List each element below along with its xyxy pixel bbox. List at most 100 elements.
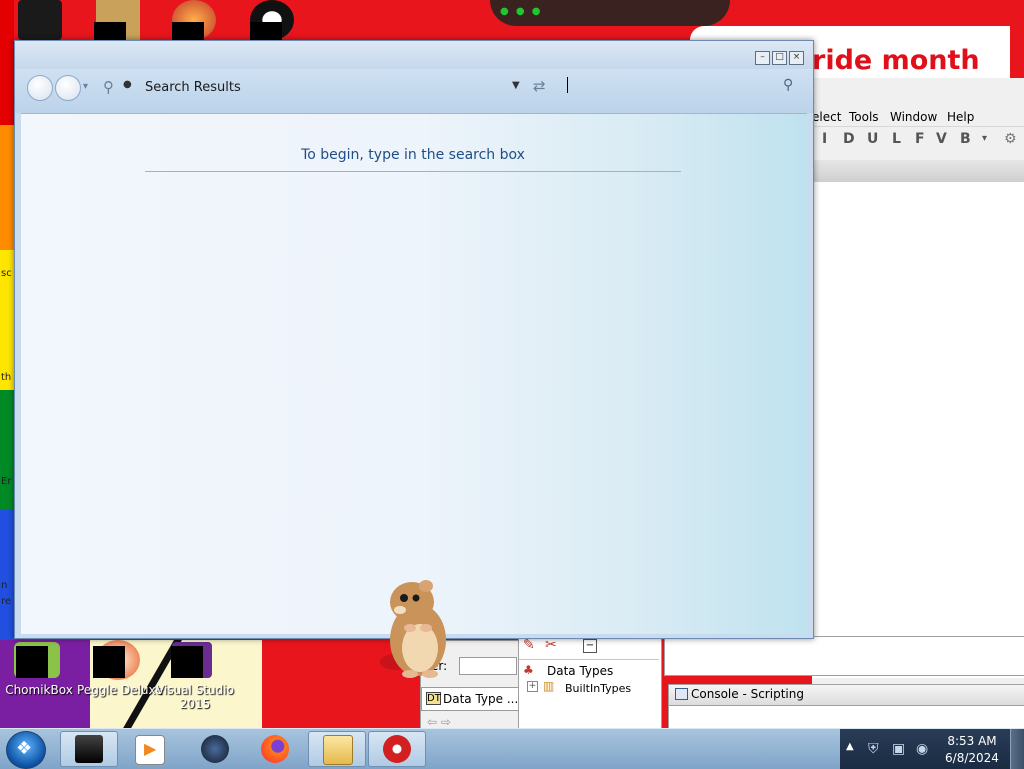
redaction-block [94,22,126,40]
background-app-lower-panel [758,636,1024,676]
database-icon: ▥ [543,679,555,693]
taskbar-app-button[interactable] [60,731,118,767]
address-bar: ▾ ⚲ ● Search Results ▼ ⇄ ⚲ [15,69,813,113]
close-button[interactable]: × [789,51,804,65]
console-icon [675,688,688,700]
start-button[interactable]: ❖ [6,731,46,769]
toolbar-button[interactable]: B [960,131,971,147]
pride-banner-text: ride month [812,45,980,76]
show-desktop-button[interactable] [1010,729,1024,769]
tab-label: Data Type ... [443,692,519,706]
taskbar-app-button[interactable]: ▶ [120,731,178,767]
console-body[interactable] [668,706,1024,729]
collapse-icon[interactable]: − [583,639,597,653]
forward-button[interactable] [55,75,81,101]
taskbar-app-button[interactable] [246,731,304,767]
network-icon[interactable]: ▣ [892,741,905,757]
address-breadcrumb[interactable]: Search Results [145,80,241,95]
search-icon: ⚲ [103,78,114,96]
background-app-menubar: elect Tools Window Help [812,108,1024,127]
menu-item-help[interactable]: Help [947,110,974,124]
menu-item-tools[interactable]: Tools [849,110,879,124]
background-app-editor [812,182,1024,678]
redaction-block [250,22,282,40]
redaction-block [16,646,48,678]
desktop-icon-label[interactable]: ChomikBox [4,683,74,697]
search-hint-text: To begin, type in the search box [301,147,525,163]
desktop-top-icon[interactable] [18,0,62,40]
globe-app-icon [201,735,229,763]
red-bird-app-icon [383,735,411,763]
taskbar-app-button[interactable] [186,731,244,767]
folder-icon: ♣ [523,663,534,677]
breadcrumb-separator-icon[interactable]: ● [123,79,132,90]
chevron-down-icon[interactable]: ▾ [982,133,987,144]
background-app-toolbar: I D U L F V B ▾ ⚙ [812,127,1024,151]
firefox-icon [261,735,289,763]
search-icon[interactable]: ⚲ [783,77,793,93]
tab-data-type[interactable]: DT Data Type ... [421,687,519,711]
background-app-lower-panel [664,636,759,676]
maximize-button[interactable]: □ [772,51,787,65]
file-explorer-icon [323,735,353,765]
search-results-window: – □ × ▾ ⚲ ● Search Results ▼ ⇄ ⚲ To begi… [14,40,814,639]
console-title: Console - Scripting [691,687,804,701]
refresh-icon[interactable]: ⇄ [533,77,546,95]
toolbar-button[interactable]: F [915,131,925,147]
expand-icon[interactable]: + [527,681,538,692]
panel-filter-input[interactable] [459,657,517,675]
wallpaper-text-fragment: Er [1,476,12,487]
search-results-pane: To begin, type in the search box [21,113,807,634]
address-dropdown-icon[interactable]: ▼ [512,80,520,91]
console-scripting-panel: Console - Scripting [668,684,1024,706]
toolbar-button[interactable]: L [892,131,901,147]
play-icon: ▶ [144,739,157,758]
redaction-block [172,22,204,40]
toolbar-button[interactable]: I [822,131,827,147]
tool-icon[interactable]: ✎ [523,637,535,653]
wallpaper-text-fragment: n [1,580,8,591]
chevron-down-icon[interactable]: ▾ [83,81,88,92]
window-titlebar[interactable]: – □ × [15,41,813,69]
wallpaper-text-fragment: sc [1,268,12,279]
clock-date[interactable]: 6/8/2024 [932,751,1012,765]
toolbar-button[interactable]: D [843,131,855,147]
tool-icon[interactable]: ✂ [545,637,557,653]
taskbar-app-button[interactable] [368,731,426,767]
data-type-icon: DT [426,692,441,705]
toolbar-button[interactable]: U [867,131,878,147]
taskbar: ❖ ▶ ▲ ⛨ ▣ ◉ 8:53 AM 6/8/2024 [0,728,1024,769]
background-app-panel-header [812,160,1024,182]
minimize-button[interactable]: – [755,51,770,65]
terminal-icon [75,735,103,763]
back-button[interactable] [27,75,53,101]
text-caret [567,77,568,93]
wallpaper-lights: ● ● ● [500,6,543,17]
divider [519,659,659,660]
shield-icon[interactable]: ⛨ [868,741,879,757]
desktop-icon-label[interactable]: Peggle Deluxe [77,683,163,697]
data-types-tree: ✎ ✂ − ♣ Data Types + ▥ BuiltInTypes [518,636,662,732]
search-input[interactable]: ⚲ [563,75,803,97]
windows-logo-icon: ❖ [16,738,33,759]
desktop-icon-label[interactable]: Visual Studio 2015 [152,683,238,711]
redaction-block [171,646,203,678]
media-player-icon: ▶ [135,735,165,765]
show-hidden-icons-button[interactable]: ▲ [846,741,854,752]
settings-icon[interactable]: ⚙ [1004,131,1017,147]
tree-node-builtintypes[interactable]: BuiltInTypes [565,682,631,695]
wallpaper-text-fragment: th [1,372,12,383]
clock-time[interactable]: 8:53 AM [932,734,1012,748]
taskbar-app-button[interactable] [308,731,366,767]
volume-icon[interactable]: ◉ [916,741,928,757]
tree-node-root[interactable]: Data Types [547,664,613,678]
menu-item-select[interactable]: elect [812,110,841,124]
hamster-desktop-pet[interactable] [376,576,456,680]
redaction-block [93,646,125,678]
wallpaper-text-fragment: re [1,596,12,607]
toolbar-button[interactable]: V [936,131,947,147]
rainbow-flag-wallpaper: sc th Er n re [0,0,14,640]
back-arrow-icon[interactable]: ⇦ ⇨ [427,715,451,729]
menu-item-window[interactable]: Window [890,110,937,124]
hint-divider [145,171,681,172]
